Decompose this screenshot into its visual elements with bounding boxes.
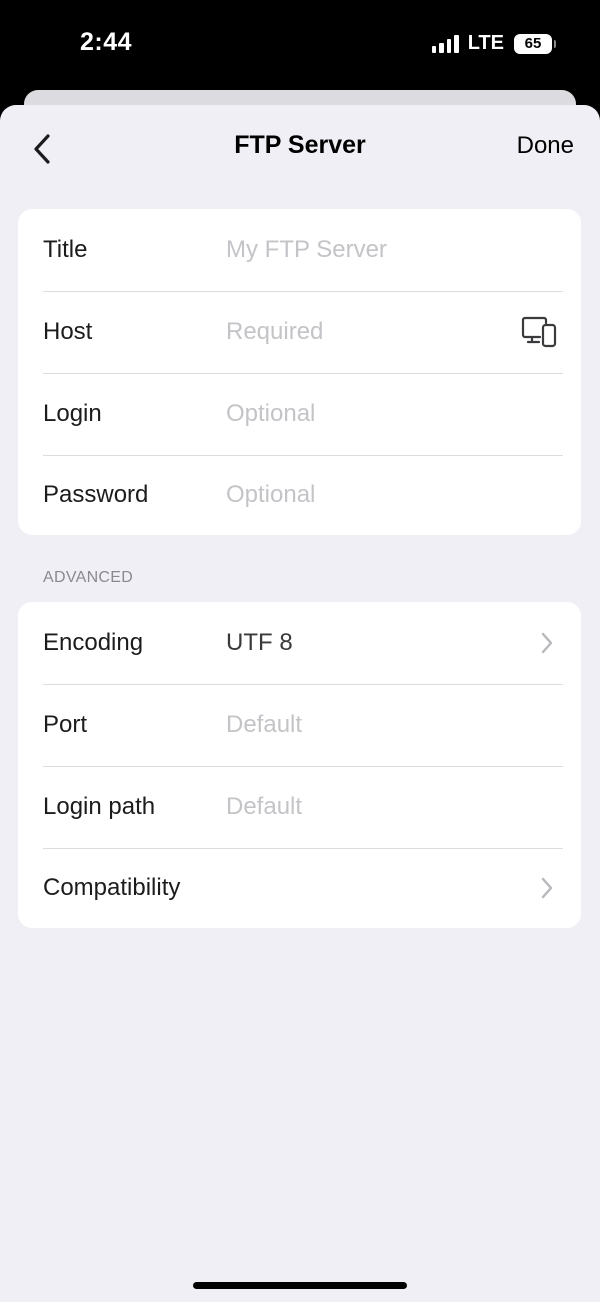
title-input[interactable] — [226, 236, 506, 264]
encoding-label: Encoding — [43, 629, 144, 656]
login-path-input[interactable] — [226, 793, 506, 821]
login-path-row[interactable]: Login path — [18, 766, 581, 848]
chevron-right-icon — [541, 877, 553, 899]
done-button[interactable]: Done — [517, 132, 574, 160]
login-row[interactable]: Login — [18, 373, 581, 455]
login-label: Login — [43, 400, 102, 427]
host-input[interactable] — [226, 318, 506, 346]
page-title: FTP Server — [234, 131, 366, 159]
signal-icon — [431, 34, 459, 53]
title-row[interactable]: Title — [18, 209, 581, 291]
title-label: Title — [43, 236, 88, 263]
chevron-right-icon — [541, 632, 553, 654]
compatibility-label: Compatibility — [43, 874, 181, 901]
navigation-bar: FTP Server Done — [0, 105, 600, 191]
login-input[interactable] — [226, 400, 506, 428]
network-type: LTE — [467, 32, 504, 54]
host-label: Host — [43, 318, 93, 345]
port-row[interactable]: Port — [18, 684, 581, 766]
encoding-row[interactable]: Encoding UTF 8 — [18, 602, 581, 684]
password-label: Password — [43, 481, 149, 508]
encoding-value: UTF 8 — [226, 629, 293, 656]
connection-settings-group: Title Host Login Password — [18, 209, 581, 535]
battery-icon: 65 — [514, 33, 556, 54]
host-row[interactable]: Host — [18, 291, 581, 373]
local-devices-button[interactable] — [521, 315, 557, 349]
local-devices-icon — [521, 316, 557, 348]
ftp-server-sheet: FTP Server Done Title Host Login — [0, 105, 600, 1302]
port-input[interactable] — [226, 711, 506, 739]
password-row[interactable]: Password — [18, 455, 581, 535]
login-path-label: Login path — [43, 793, 156, 820]
status-time: 2:44 — [80, 28, 133, 56]
status-indicators: LTE 65 — [431, 32, 556, 55]
password-input[interactable] — [226, 481, 506, 509]
home-indicator — [193, 1282, 407, 1289]
advanced-section-header: ADVANCED — [43, 569, 134, 586]
status-bar: 2:44 LTE 65 — [0, 0, 600, 90]
advanced-settings-group: Encoding UTF 8 Port Login path Compatibi… — [18, 602, 581, 928]
compatibility-row[interactable]: Compatibility — [18, 848, 581, 928]
port-label: Port — [43, 711, 88, 738]
